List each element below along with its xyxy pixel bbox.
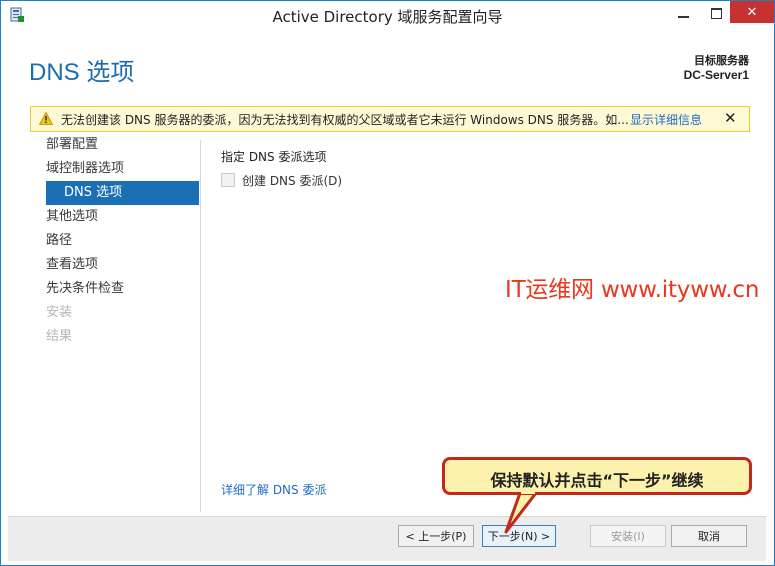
nav-item-additional-options[interactable]: 其他选项 [46, 205, 199, 229]
nav-item-install: 安装 [46, 305, 73, 320]
nav-item-review-options[interactable]: 查看选项 [46, 253, 199, 277]
next-button[interactable]: 下一步(N) > [482, 525, 556, 547]
dns-delegation-section-label: 指定 DNS 委派选项 [221, 150, 327, 164]
instruction-callout: 保持默认并点击“下一步”继续 [442, 457, 752, 495]
create-dns-delegation-label: 创建 DNS 委派(D) [242, 173, 343, 188]
callout-text: 保持默认并点击“下一步”继续 [490, 471, 704, 490]
wizard-nav: 部署配置 域控制器选项 DNS 选项 其他选项 路径 查看选项 先决条件检查 安… [46, 133, 199, 349]
warning-bar: 无法创建该 DNS 服务器的委派，因为无法找到有权威的父区域或者它未运行 Win… [30, 106, 750, 132]
previous-button[interactable]: < 上一步(P) [398, 525, 474, 547]
close-button[interactable]: ✕ [730, 1, 774, 23]
maximize-button[interactable] [699, 1, 733, 25]
create-dns-delegation-checkbox[interactable] [221, 173, 235, 187]
install-button: 安装(I) [590, 525, 666, 547]
window-title: Active Directory 域服务配置向导 [272, 8, 503, 26]
create-dns-delegation-row: 创建 DNS 委派(D) [221, 172, 342, 188]
warning-message: 无法创建该 DNS 服务器的委派，因为无法找到有权威的父区域或者它未运行 Win… [61, 113, 629, 127]
close-icon: ✕ [746, 4, 758, 20]
minimize-icon [677, 16, 689, 18]
title-bar: Active Directory 域服务配置向导 ✕ [1, 1, 774, 31]
page-title: DNS 选项 [29, 59, 135, 86]
target-server-label: 目标服务器 [694, 54, 749, 67]
nav-divider [200, 140, 201, 512]
cancel-button[interactable]: 取消 [671, 525, 747, 547]
warning-icon [39, 112, 53, 125]
watermark-text: IT运维网 www.ityww.cn [505, 277, 760, 303]
nav-item-dns-options[interactable]: DNS 选项 [46, 181, 199, 205]
target-server-name: DC-Server1 [683, 68, 749, 82]
show-details-link[interactable]: 显示详细信息 [630, 111, 702, 128]
minimize-button[interactable] [666, 1, 700, 25]
nav-item-results: 结果 [46, 329, 73, 344]
warning-close-button[interactable]: ✕ [724, 109, 737, 127]
maximize-icon [710, 7, 722, 19]
nav-item-prerequisites-check[interactable]: 先决条件检查 [46, 277, 199, 301]
nav-item-paths[interactable]: 路径 [46, 229, 199, 253]
learn-more-dns-delegation-link[interactable]: 详细了解 DNS 委派 [221, 481, 326, 498]
nav-item-dc-options[interactable]: 域控制器选项 [46, 157, 199, 181]
nav-item-deployment-config[interactable]: 部署配置 [46, 133, 199, 157]
